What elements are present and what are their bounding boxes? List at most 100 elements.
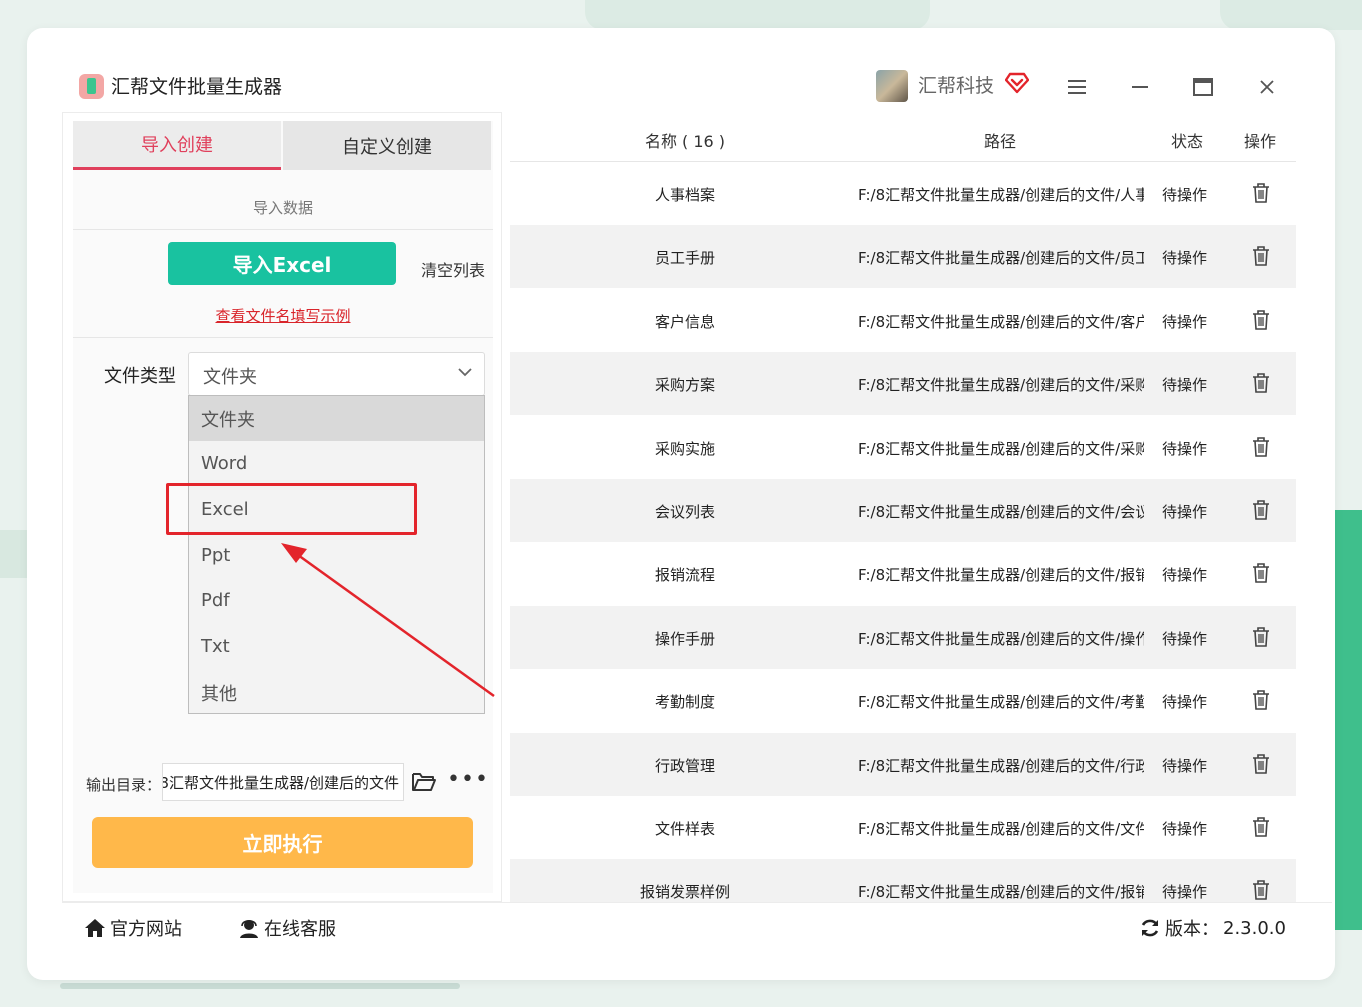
- cell-path: F:/8汇帮文件批量生成器/创建后的文件/报销流程: [858, 566, 1144, 585]
- maximize-icon[interactable]: [1188, 72, 1218, 102]
- cell-status: 待操作: [1162, 376, 1208, 395]
- version-info[interactable]: 版本： 2.3.0.0: [1139, 915, 1286, 941]
- trash-icon[interactable]: [1251, 309, 1271, 331]
- trash-icon[interactable]: [1251, 499, 1271, 521]
- table-row[interactable]: 人事档案 F:/8汇帮文件批量生成器/创建后的文件/人事档案待操作: [510, 162, 1296, 225]
- cell-path: F:/8汇帮文件批量生成器/创建后的文件/采购方案: [858, 376, 1144, 395]
- trash-icon[interactable]: [1251, 626, 1271, 648]
- tab-import-create[interactable]: 导入创建: [73, 121, 281, 170]
- cell-name: 采购方案: [654, 376, 715, 395]
- execute-button[interactable]: 立即执行: [92, 817, 473, 868]
- avatar[interactable]: [876, 70, 908, 102]
- footer: 官方网站 在线客服 版本： 2.3.0.0: [62, 902, 1332, 948]
- option-other[interactable]: 其他: [189, 670, 484, 715]
- table-row[interactable]: 员工手册 F:/8汇帮文件批量生成器/创建后的文件/员工手册待操作: [510, 225, 1296, 289]
- output-dir-value: F:/8汇帮文件批量生成器/创建后的文件: [162, 773, 399, 792]
- tab-custom-create[interactable]: 自定义创建: [283, 121, 491, 170]
- official-website-link[interactable]: 官方网站: [84, 915, 182, 941]
- cell-name: 报销流程: [654, 566, 715, 585]
- cell-path: F:/8汇帮文件批量生成器/创建后的文件/报销发票样例: [858, 883, 1144, 902]
- minimize-icon[interactable]: [1125, 72, 1155, 102]
- column-header-status: 状态: [1170, 132, 1203, 151]
- trash-icon[interactable]: [1251, 562, 1271, 584]
- online-support-link[interactable]: 在线客服: [238, 915, 336, 941]
- app-title: 汇帮文件批量生成器: [111, 76, 283, 98]
- column-header-action: 操作: [1243, 132, 1276, 151]
- cell-path: F:/8汇帮文件批量生成器/创建后的文件/行政管理: [858, 756, 1144, 775]
- home-icon: [85, 919, 105, 937]
- cell-path: F:/8汇帮文件批量生成器/创建后的文件/文件样表: [858, 820, 1144, 838]
- file-type-select[interactable]: 文件夹: [188, 352, 485, 396]
- option-folder[interactable]: 文件夹: [189, 396, 484, 441]
- cell-name: 考勤制度: [654, 693, 715, 712]
- background-decoration: [1220, 0, 1362, 30]
- background-decoration: [0, 530, 30, 578]
- table-row[interactable]: 采购实施 F:/8汇帮文件批量生成器/创建后的文件/采购实施待操作: [510, 416, 1296, 479]
- annotation-highlight-box: [166, 483, 417, 535]
- divider: [73, 229, 493, 230]
- diamond-vip-icon[interactable]: [1005, 70, 1029, 94]
- cell-status: 待操作: [1162, 503, 1208, 521]
- cell-name: 操作手册: [654, 629, 715, 648]
- table-row[interactable]: 操作手册 F:/8汇帮文件批量生成器/创建后的文件/操作手册待操作: [510, 605, 1296, 669]
- cell-path: F:/8汇帮文件批量生成器/创建后的文件/员工手册: [858, 249, 1144, 268]
- more-options-icon[interactable]: •••: [447, 767, 489, 792]
- hamburger-icon[interactable]: [1062, 72, 1092, 102]
- version-number: 2.3.0.0: [1223, 917, 1286, 939]
- filename-example-link[interactable]: 查看文件名填写示例: [73, 305, 493, 326]
- cell-status: 待操作: [1162, 312, 1208, 331]
- cell-path: F:/8汇帮文件批量生成器/创建后的文件/考勤制度: [858, 693, 1144, 712]
- column-header-name: 名称 ( 16 ): [644, 132, 726, 151]
- table-row[interactable]: 行政管理 F:/8汇帮文件批量生成器/创建后的文件/行政管理待操作: [510, 732, 1296, 796]
- close-icon[interactable]: [1252, 72, 1282, 102]
- cell-path: F:/8汇帮文件批量生成器/创建后的文件/操作手册: [858, 629, 1144, 648]
- file-type-dropdown: 文件夹 Word Excel Ppt Pdf Txt 其他: [188, 395, 485, 714]
- cell-path: F:/8汇帮文件批量生成器/创建后的文件/客户信息: [858, 312, 1144, 331]
- cell-name: 采购实施: [654, 439, 715, 458]
- file-table: 名称 ( 16 ) 路径 状态 操作 人事档案 F:/8汇帮文件批量生成器/创建后…: [510, 112, 1296, 902]
- trash-icon[interactable]: [1251, 689, 1271, 711]
- cell-path: F:/8汇帮文件批量生成器/创建后的文件/采购实施: [858, 439, 1144, 458]
- cell-name: 客户信息: [654, 312, 715, 331]
- cell-name: 报销发票样例: [639, 883, 730, 902]
- cell-path: F:/8汇帮文件批量生成器/创建后的文件/会议列表: [858, 503, 1144, 521]
- cell-status: 待操作: [1162, 756, 1208, 775]
- cell-name: 员工手册: [654, 249, 715, 268]
- background-decoration: [1332, 510, 1362, 930]
- table-row[interactable]: 报销流程 F:/8汇帮文件批量生成器/创建后的文件/报销流程待操作: [510, 542, 1296, 605]
- cell-status: 待操作: [1162, 820, 1208, 838]
- option-pdf[interactable]: Pdf: [189, 578, 484, 623]
- cell-name: 人事档案: [654, 186, 715, 204]
- import-excel-button[interactable]: 导入Excel: [168, 242, 396, 285]
- background-decoration: [585, 0, 930, 30]
- brand-name[interactable]: 汇帮科技: [918, 73, 994, 99]
- trash-icon[interactable]: [1251, 753, 1271, 775]
- output-dir-input[interactable]: F:/8汇帮文件批量生成器/创建后的文件: [162, 763, 404, 801]
- option-txt[interactable]: Txt: [189, 624, 484, 669]
- background-decoration: [60, 983, 460, 989]
- table-row[interactable]: 文件样表 F:/8汇帮文件批量生成器/创建后的文件/文件样表待操作: [510, 796, 1296, 859]
- table-row[interactable]: 报销发票样例 F:/8汇帮文件批量生成器/创建后的文件/报销发票样例待操作: [510, 859, 1296, 902]
- cell-status: 待操作: [1162, 629, 1208, 648]
- cell-status: 待操作: [1162, 566, 1208, 585]
- option-ppt[interactable]: Ppt: [189, 533, 484, 578]
- file-type-selected-value: 文件夹: [203, 367, 257, 388]
- trash-icon[interactable]: [1251, 372, 1271, 394]
- clear-list-button[interactable]: 清空列表: [421, 257, 485, 281]
- folder-open-icon[interactable]: [411, 769, 437, 793]
- trash-icon[interactable]: [1251, 436, 1271, 458]
- trash-icon[interactable]: [1251, 182, 1271, 204]
- table-row[interactable]: 考勤制度 F:/8汇帮文件批量生成器/创建后的文件/考勤制度待操作: [510, 669, 1296, 732]
- table-row[interactable]: 会议列表 F:/8汇帮文件批量生成器/创建后的文件/会议列表待操作: [510, 479, 1296, 542]
- app-logo-icon: [79, 74, 104, 99]
- official-website-label: 官方网站: [110, 919, 182, 940]
- cell-status: 待操作: [1162, 439, 1208, 458]
- table-row[interactable]: 客户信息 F:/8汇帮文件批量生成器/创建后的文件/客户信息待操作: [510, 289, 1296, 352]
- trash-icon[interactable]: [1251, 245, 1271, 267]
- table-row[interactable]: 采购方案 F:/8汇帮文件批量生成器/创建后的文件/采购方案待操作: [510, 352, 1296, 416]
- cell-name: 行政管理: [654, 756, 715, 775]
- option-word[interactable]: Word: [189, 441, 484, 486]
- version-label: 版本：: [1165, 919, 1219, 940]
- trash-icon[interactable]: [1251, 879, 1271, 901]
- trash-icon[interactable]: [1251, 816, 1271, 838]
